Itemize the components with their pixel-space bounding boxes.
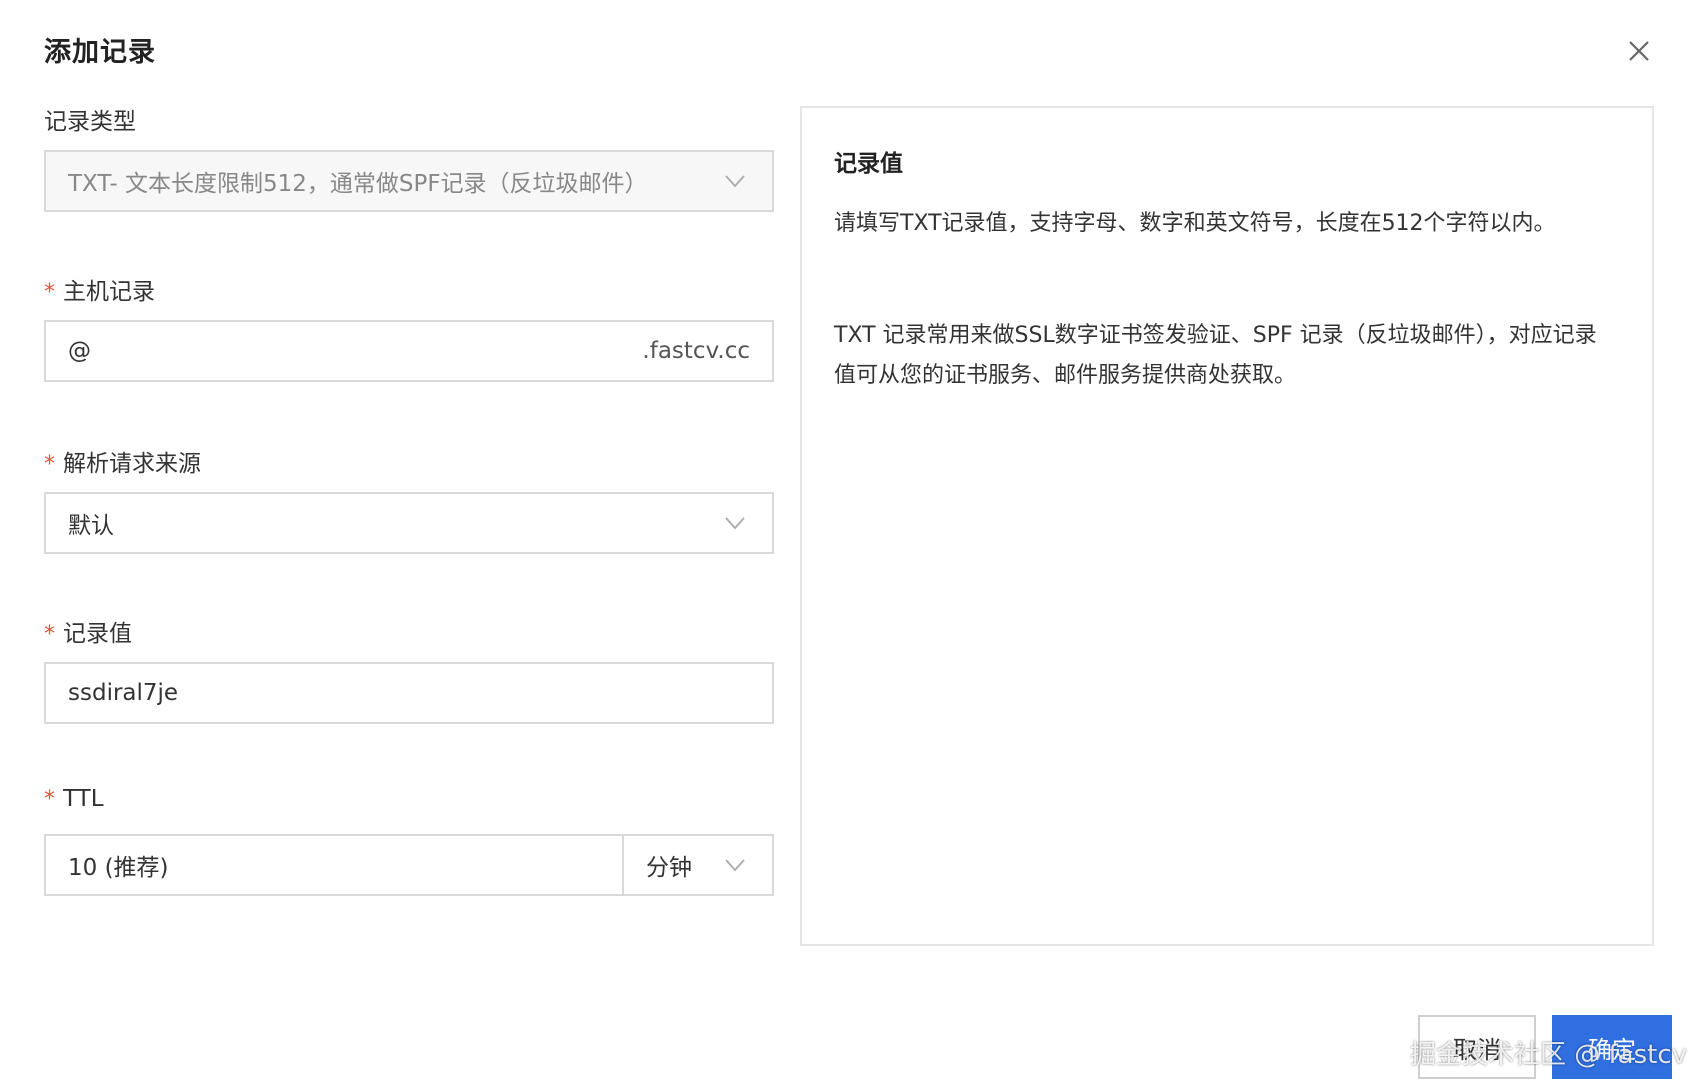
help-title: 记录值	[834, 151, 903, 177]
ttl-label: * TTL	[44, 786, 104, 812]
help-paragraph-2: TXT 记录常用来做SSL数字证书签发验证、SPF 记录（反垃圾邮件），对应记录…	[834, 323, 1597, 388]
resolve-source-label: * 解析请求来源	[44, 444, 201, 478]
close-icon	[1629, 41, 1649, 61]
add-record-dialog: 添加记录 记录类型 TXT- 文本长度限制512，通常做SPF记录（反垃圾邮件）…	[0, 0, 1690, 1090]
required-mark: *	[44, 787, 55, 812]
chevron-down-icon	[725, 859, 745, 872]
domain-suffix: .fastcv.cc	[642, 338, 750, 364]
record-value-label-text: 记录值	[63, 621, 132, 647]
record-type-select[interactable]: TXT- 文本长度限制512，通常做SPF记录（反垃圾邮件）	[44, 150, 774, 212]
required-mark: *	[44, 622, 55, 647]
resolve-source-select[interactable]: 默认	[44, 492, 774, 554]
required-mark: *	[44, 452, 55, 477]
close-button[interactable]	[1624, 36, 1654, 66]
resolve-source-label-text: 解析请求来源	[63, 451, 201, 477]
ttl-label-text: TTL	[63, 786, 104, 812]
required-mark: *	[44, 280, 55, 305]
record-value-label: * 记录值	[44, 614, 132, 648]
chevron-down-icon	[725, 517, 745, 530]
record-type-value: TXT- 文本长度限制512，通常做SPF记录（反垃圾邮件）	[68, 171, 648, 197]
dialog-title: 添加记录	[44, 37, 156, 68]
record-type-label-text: 记录类型	[44, 109, 136, 135]
host-label: * 主机记录	[44, 272, 155, 306]
ttl-unit-value: 分钟	[646, 855, 692, 881]
confirm-button[interactable]: 确定	[1552, 1015, 1672, 1079]
host-input[interactable]: @ .fastcv.cc	[44, 320, 774, 382]
cancel-button[interactable]: 取消	[1418, 1015, 1536, 1079]
help-panel: 记录值 请填写TXT记录值，支持字母、数字和英文符号，长度在512个字符以内。 …	[800, 106, 1654, 946]
host-value: @	[68, 338, 91, 364]
resolve-source-value: 默认	[68, 513, 114, 539]
record-value-value: ssdiral7je	[68, 680, 179, 706]
help-paragraph-1: 请填写TXT记录值，支持字母、数字和英文符号，长度在512个字符以内。	[834, 211, 1556, 236]
ttl-unit-select[interactable]: 分钟	[622, 834, 774, 896]
chevron-down-icon	[725, 175, 745, 188]
record-value-input[interactable]: ssdiral7je	[44, 662, 774, 724]
ttl-value: 10 (推荐)	[68, 855, 169, 881]
host-label-text: 主机记录	[63, 279, 155, 305]
ttl-input[interactable]: 10 (推荐)	[44, 834, 624, 896]
record-type-label: 记录类型	[44, 102, 136, 136]
